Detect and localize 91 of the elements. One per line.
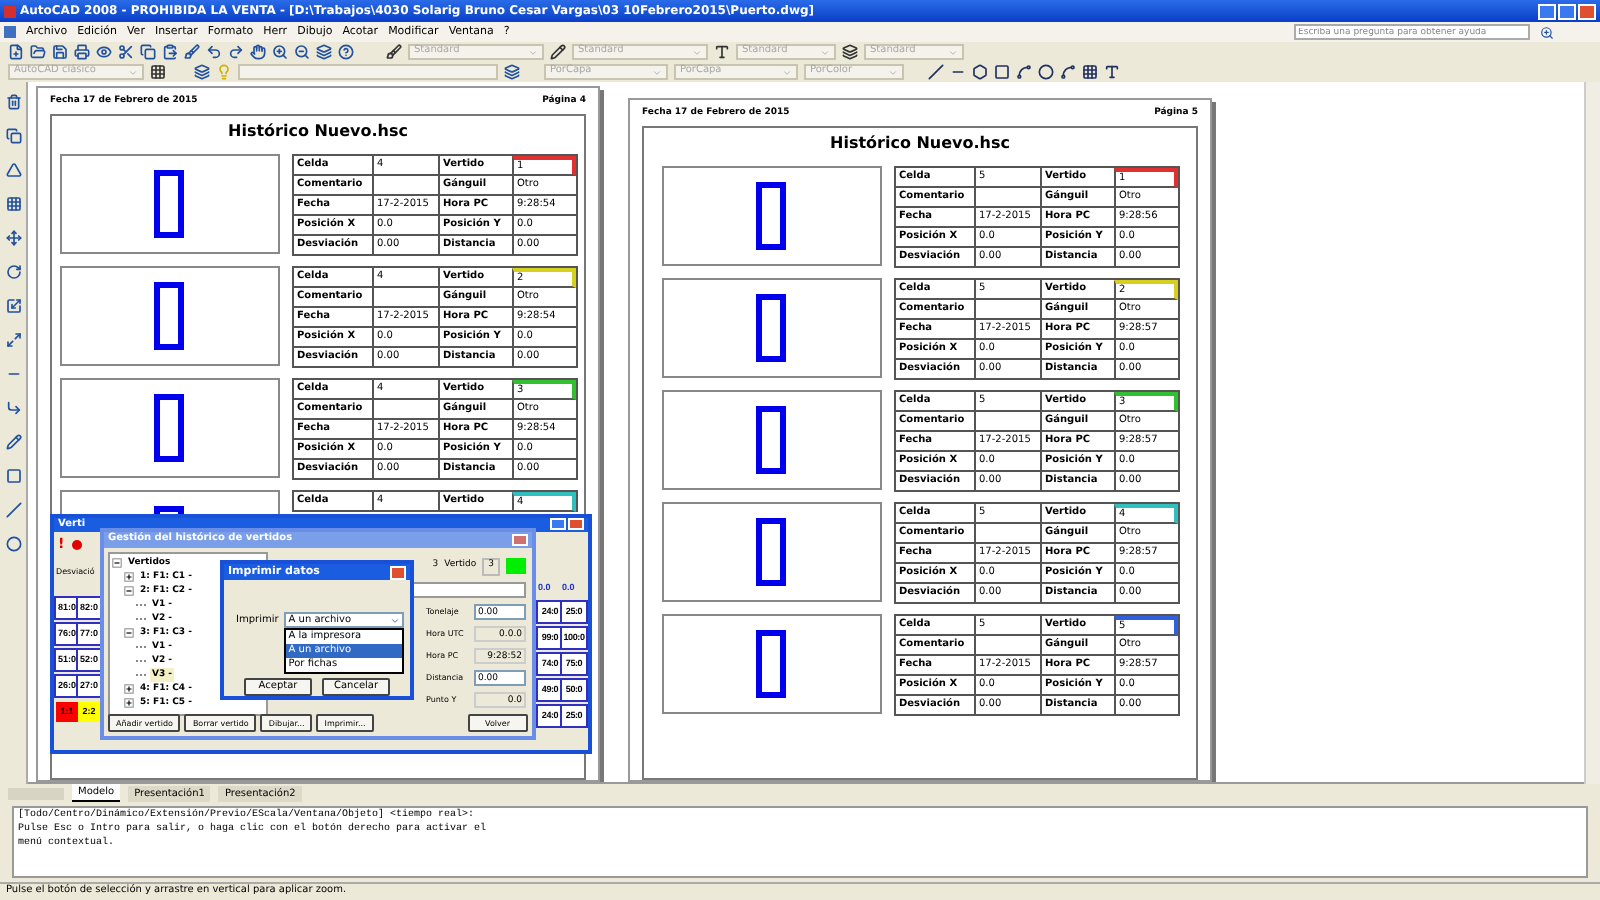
redo-icon[interactable] (228, 44, 244, 60)
save-icon[interactable] (52, 44, 68, 60)
caret-icon (128, 67, 138, 77)
move-icon[interactable] (5, 230, 21, 246)
edit-icon[interactable] (5, 434, 21, 450)
arc-icon[interactable] (1016, 64, 1032, 80)
spline-icon[interactable] (1060, 64, 1076, 80)
scale-icon[interactable] (5, 298, 21, 314)
maximize-button[interactable] (550, 518, 566, 530)
scroll-bar[interactable] (1584, 82, 1600, 784)
rectangle-shape (154, 169, 184, 238)
table-cell (973, 411, 1039, 432)
caret-icon (390, 615, 401, 626)
rectangle-shape (154, 393, 184, 462)
close-button[interactable] (512, 534, 528, 546)
rotate-icon[interactable] (5, 264, 21, 280)
rectangle-shape (756, 517, 786, 586)
table-cell (973, 635, 1039, 656)
table-cell (973, 523, 1039, 544)
line-icon[interactable] (928, 64, 944, 80)
brush-icon[interactable] (386, 44, 402, 60)
brush-icon[interactable] (184, 44, 200, 60)
line-icon[interactable] (5, 502, 21, 518)
page-title: Histórico Nuevo.hsc (228, 119, 408, 144)
collapse-icon[interactable] (112, 558, 122, 568)
search-icon[interactable] (1540, 25, 1554, 39)
new-file-icon[interactable] (8, 44, 24, 60)
table-cell (973, 299, 1039, 320)
close-button[interactable] (390, 565, 406, 580)
record-icon (72, 540, 83, 550)
circle-icon[interactable] (5, 536, 21, 552)
table-cell (973, 187, 1039, 208)
caret-icon (692, 47, 702, 57)
rectangle-shape (154, 281, 184, 350)
expand-icon[interactable] (124, 698, 134, 708)
layers-icon[interactable] (194, 64, 210, 80)
expand-icon[interactable] (124, 684, 134, 694)
polygon-icon[interactable] (972, 64, 988, 80)
zoom-out-icon[interactable] (294, 44, 310, 60)
cut-icon[interactable] (118, 44, 134, 60)
caret-icon (820, 47, 830, 57)
collapse-icon[interactable] (124, 586, 134, 596)
mirror-icon[interactable] (5, 162, 21, 178)
fillet-icon[interactable] (5, 400, 21, 416)
hatch-icon[interactable] (1082, 64, 1098, 80)
dimension-style-icon[interactable] (842, 44, 858, 60)
paste-icon[interactable] (162, 44, 178, 60)
minimize-button[interactable] (1538, 3, 1556, 19)
close-button[interactable] (568, 518, 584, 530)
stretch-icon[interactable] (5, 332, 21, 348)
caret-icon (528, 47, 538, 57)
array-icon[interactable] (5, 196, 21, 212)
pencil-icon[interactable] (550, 44, 566, 60)
grid-icon[interactable] (150, 64, 166, 80)
eye-icon[interactable] (96, 44, 112, 60)
circle-icon[interactable] (1038, 64, 1054, 80)
rectangle-shape (756, 181, 786, 250)
caret-icon (652, 67, 662, 77)
comment-field[interactable] (410, 581, 526, 598)
caret-icon (888, 67, 898, 77)
undo-icon[interactable] (206, 44, 222, 60)
color-swatch[interactable] (506, 558, 526, 575)
table-cell (371, 399, 437, 420)
document-icon (4, 26, 16, 38)
close-button[interactable] (1578, 3, 1596, 19)
erase-icon[interactable] (5, 94, 21, 110)
caret-icon (948, 47, 958, 57)
page-title: Histórico Nuevo.hsc (830, 131, 1010, 156)
rectangle-shape (756, 629, 786, 698)
rectangle-icon[interactable] (994, 64, 1010, 80)
rectangle-icon[interactable] (5, 468, 21, 484)
collapse-icon[interactable] (124, 628, 134, 638)
copy-icon[interactable] (5, 128, 21, 144)
layers-icon[interactable] (316, 44, 332, 60)
app-icon (4, 5, 16, 17)
text-icon[interactable] (1104, 64, 1120, 80)
table-cell (371, 287, 437, 308)
layer-previous-icon[interactable] (504, 64, 520, 80)
text-style-icon[interactable] (714, 44, 730, 60)
expand-icon[interactable] (124, 572, 134, 582)
print-icon[interactable] (74, 44, 90, 60)
help-icon[interactable] (338, 44, 354, 60)
copy-icon[interactable] (140, 44, 156, 60)
table-cell (371, 175, 437, 196)
rectangle-shape (756, 405, 786, 474)
folder-icon[interactable] (30, 44, 46, 60)
maximize-button[interactable] (1558, 3, 1576, 19)
zoom-in-icon[interactable] (272, 44, 288, 60)
caret-icon (782, 67, 792, 77)
rectangle-shape (756, 293, 786, 362)
pan-icon[interactable] (250, 44, 266, 60)
